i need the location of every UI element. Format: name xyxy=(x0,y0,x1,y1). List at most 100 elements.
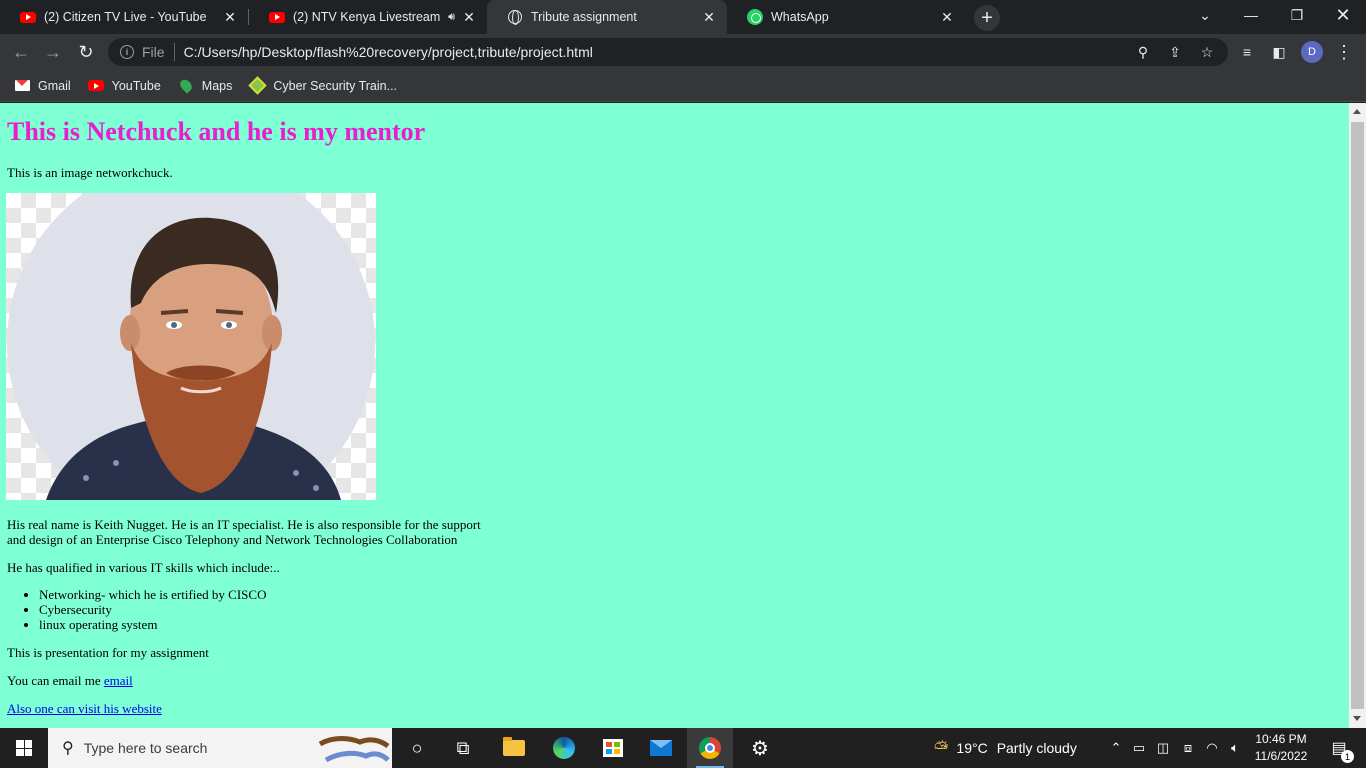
media-controls-icon[interactable]: ≡ xyxy=(1234,39,1260,65)
email-paragraph: You can email me email xyxy=(7,673,133,688)
speaker-icon[interactable]: 🔊︎ xyxy=(448,11,455,24)
taskbar-search-input[interactable]: ⚲ Type here to search xyxy=(48,728,392,768)
scrollbar-thumb[interactable] xyxy=(1351,122,1364,709)
bookmark-label: Cyber Security Train... xyxy=(273,78,398,93)
email-link[interactable]: email xyxy=(104,673,133,688)
bookmark-youtube[interactable]: YouTube xyxy=(87,78,161,94)
wifi-icon[interactable]: ◠ xyxy=(1202,728,1222,768)
networkchuck-portrait xyxy=(6,193,376,500)
mail-icon[interactable] xyxy=(638,728,684,768)
chrome-icon[interactable] xyxy=(687,728,733,768)
url-text[interactable]: C:/Users/hp/Desktop/flash%20recovery/pro… xyxy=(184,44,593,60)
url-scheme: File xyxy=(142,44,165,60)
windows-logo-icon xyxy=(16,740,32,756)
tab-ntv-kenya[interactable]: (2) NTV Kenya Livestream | N 🔊︎ ✕ xyxy=(249,0,487,34)
tab-whatsapp[interactable]: WhatsApp ✕ xyxy=(727,0,965,34)
show-hidden-icons-chevron-icon[interactable]: ⌃ xyxy=(1106,728,1126,768)
bio-line-1: His real name is Keith Nugget. He is an … xyxy=(7,517,481,532)
start-button[interactable] xyxy=(0,728,48,768)
side-panel-icon[interactable]: ◧ xyxy=(1266,39,1292,65)
cortana-icon[interactable]: ○ xyxy=(394,728,440,768)
tab-strip: (2) Citizen TV Live - YouTube ✕ (2) NTV … xyxy=(0,0,1366,34)
browser-toolbar: ← → ↻ i File C:/Users/hp/Desktop/flash%2… xyxy=(0,34,1366,70)
weather-temperature: 19°C xyxy=(956,740,988,756)
bio-line-2: and design of an Enterprise Cisco Teleph… xyxy=(7,532,458,547)
volume-icon[interactable]: 🔈︎ xyxy=(1224,728,1246,768)
maps-icon xyxy=(177,77,194,94)
weather-condition: Partly cloudy xyxy=(996,740,1077,756)
zoom-icon[interactable]: ⚲ xyxy=(1130,38,1156,66)
back-button[interactable]: ← xyxy=(8,39,34,65)
partly-cloudy-icon: ⛅︎ xyxy=(934,737,949,758)
forward-button[interactable]: → xyxy=(40,39,66,65)
tab-title: (2) NTV Kenya Livestream | N xyxy=(293,10,445,24)
list-item: linux operating system xyxy=(39,617,266,632)
search-highlight-icon xyxy=(318,736,390,763)
store-icon[interactable] xyxy=(590,728,636,768)
weather-widget[interactable]: ⛅︎ 19°C Partly cloudy xyxy=(934,728,1077,768)
youtube-icon xyxy=(20,9,36,25)
windows-taskbar: ⚲ Type here to search ○ ⧉ ⚙ ⛅︎ 19°C Part… xyxy=(0,728,1366,768)
bookmark-label: YouTube xyxy=(111,78,161,93)
restore-button[interactable]: ❐ xyxy=(1274,0,1320,30)
whatsapp-icon xyxy=(747,9,763,25)
omnibox-divider xyxy=(173,43,175,61)
list-item: Networking- which he is ertified by CISC… xyxy=(39,587,266,602)
bookmark-maps[interactable]: Maps xyxy=(177,77,233,94)
bookmark-label: Gmail xyxy=(38,78,71,93)
list-item: Cybersecurity xyxy=(39,602,266,617)
scroll-down-icon[interactable] xyxy=(1353,716,1361,721)
page-content: This is Netchuck and he is my mentor Thi… xyxy=(0,103,1349,728)
system-clock[interactable]: 10:46 PM 11/6/2022 xyxy=(1246,731,1316,765)
page-heading: This is Netchuck and he is my mentor xyxy=(7,117,426,146)
tab-search-chevron-icon[interactable]: ⌄ xyxy=(1182,0,1228,30)
new-tab-button[interactable]: + xyxy=(974,5,1000,31)
bookmark-cyber-security[interactable]: Cyber Security Train... xyxy=(248,76,398,95)
clock-time: 10:46 PM xyxy=(1255,732,1307,746)
skills-intro: He has qualified in various IT skills wh… xyxy=(7,560,280,575)
bookmark-label: Maps xyxy=(201,78,233,93)
skills-list: Networking- which he is ertified by CISC… xyxy=(39,587,266,632)
bookmarks-bar: Gmail YouTube Maps Cyber Security Train.… xyxy=(0,70,1366,102)
edge-icon[interactable] xyxy=(541,728,587,768)
scroll-up-icon[interactable] xyxy=(1353,109,1361,114)
settings-gear-icon[interactable]: ⚙ xyxy=(737,728,783,768)
close-icon[interactable]: ✕ xyxy=(222,9,238,25)
profile-avatar[interactable]: D xyxy=(1299,39,1325,65)
window-close-button[interactable]: ✕ xyxy=(1320,0,1366,30)
reload-button[interactable]: ↻ xyxy=(73,39,99,65)
battery-icon[interactable]: ▭ xyxy=(1128,728,1150,768)
close-icon[interactable]: ✕ xyxy=(701,9,717,25)
website-link[interactable]: Also one can visit his website xyxy=(7,701,162,716)
task-view-icon[interactable]: ⧉ xyxy=(440,728,486,768)
close-icon[interactable]: ✕ xyxy=(461,9,477,25)
bookmark-star-icon[interactable]: ☆ xyxy=(1194,38,1220,66)
info-icon[interactable]: i xyxy=(120,45,134,59)
tab-title: Tribute assignment xyxy=(531,10,637,24)
cube-icon xyxy=(248,76,267,95)
tab-citizen-tv[interactable]: (2) Citizen TV Live - YouTube ✕ xyxy=(0,0,248,34)
display-icon[interactable]: ⧈ xyxy=(1176,728,1200,768)
clock-date: 11/6/2022 xyxy=(1254,749,1308,763)
image-caption: This is an image networkchuck. xyxy=(7,165,173,180)
email-prefix: You can email me xyxy=(7,673,104,688)
search-placeholder: Type here to search xyxy=(83,740,208,756)
file-explorer-icon[interactable] xyxy=(491,728,537,768)
address-bar[interactable]: i File C:/Users/hp/Desktop/flash%20recov… xyxy=(108,38,1228,66)
presentation-text: This is presentation for my assignment xyxy=(7,645,209,660)
notification-count-badge: 1 xyxy=(1341,750,1354,763)
profile-initial: D xyxy=(1301,41,1323,63)
gmail-icon xyxy=(14,78,30,94)
share-icon[interactable]: ⇪ xyxy=(1162,38,1188,66)
youtube-icon xyxy=(87,78,104,94)
tab-title: WhatsApp xyxy=(771,10,829,24)
meet-now-icon[interactable]: ◫ xyxy=(1152,728,1174,768)
minimize-button[interactable]: — xyxy=(1228,0,1274,30)
search-icon: ⚲ xyxy=(62,740,74,757)
tab-tribute-assignment[interactable]: Tribute assignment ✕ xyxy=(487,0,727,34)
notification-center-icon[interactable]: ▤ 1 xyxy=(1320,728,1358,768)
bookmark-gmail[interactable]: Gmail xyxy=(14,78,71,94)
menu-kebab-icon[interactable]: ⋮ xyxy=(1331,39,1357,65)
vertical-scrollbar[interactable] xyxy=(1349,103,1366,728)
close-icon[interactable]: ✕ xyxy=(939,9,955,25)
